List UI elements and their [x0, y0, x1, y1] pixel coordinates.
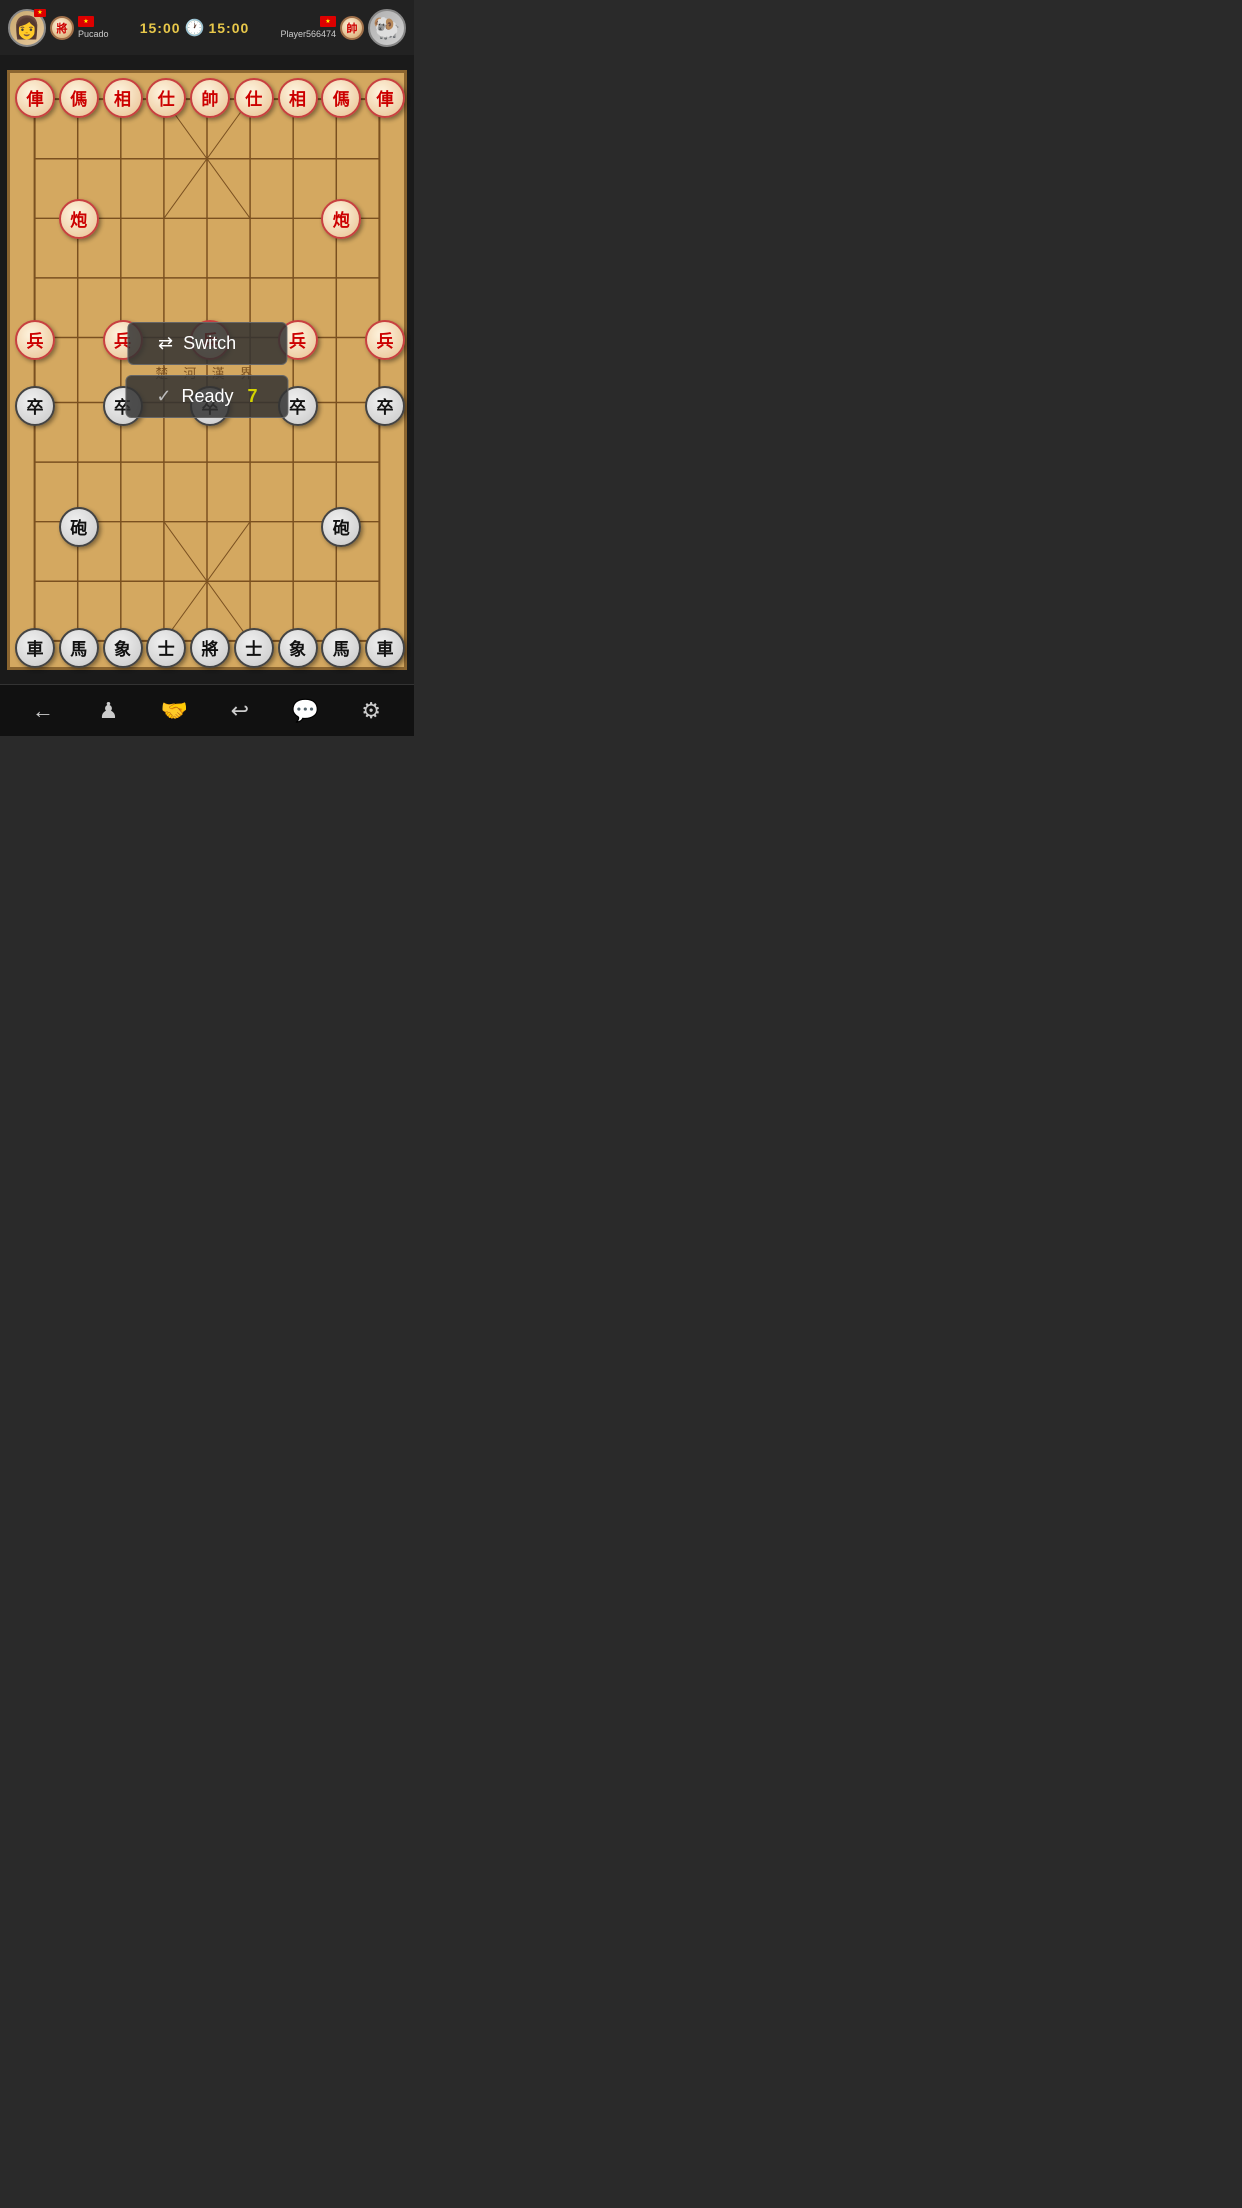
piece-black-che-1[interactable]: 車: [365, 628, 405, 668]
move-button[interactable]: ♟: [86, 691, 130, 731]
chat-icon: 💬: [292, 698, 319, 724]
piece-red-ma-0[interactable]: 傌: [59, 78, 99, 118]
flag-left: ★: [34, 9, 46, 17]
ready-label: Ready: [182, 386, 234, 407]
piece-black-pao-1[interactable]: 砲: [321, 507, 361, 547]
piece-badge-right: 帥: [340, 16, 364, 40]
piece-black-zu-4[interactable]: 卒: [365, 386, 405, 426]
piece-black-che-0[interactable]: 車: [15, 628, 55, 668]
header: 👩 ★ 將 ★ Pucado 15:00 🕐 15:00: [0, 0, 414, 55]
flag-star-left-2: ★: [83, 18, 88, 25]
piece-black-shi-0[interactable]: 士: [146, 628, 186, 668]
piece-red-che-1[interactable]: 俥: [365, 78, 405, 118]
piece-red-xiang-1[interactable]: 相: [278, 78, 318, 118]
piece-red-shi-0[interactable]: 仕: [146, 78, 186, 118]
piece-red-pao-0[interactable]: 炮: [59, 199, 99, 239]
timer-icon: 🕐: [185, 18, 205, 38]
piece-black-xiang-1[interactable]: 象: [278, 628, 318, 668]
chat-button[interactable]: 💬: [283, 691, 327, 731]
flag-star-left: ★: [37, 9, 42, 16]
piece-black-shi-1[interactable]: 士: [234, 628, 274, 668]
piece-badge-left: 將: [50, 16, 74, 40]
board-container: 楚 河 漢 界 俥 傌 相 仕 帥 仕 相 傌 俥 炮 炮 兵 兵 兵 兵 兵 …: [0, 55, 414, 684]
piece-red-xiang-0[interactable]: 相: [103, 78, 143, 118]
flag-right: ★: [320, 16, 336, 27]
piece-black-xiang-0[interactable]: 象: [103, 628, 143, 668]
switch-icon: ⇄: [158, 333, 173, 354]
timer-section: 15:00 🕐 15:00: [109, 18, 281, 38]
switch-label: Switch: [183, 333, 236, 354]
piece-red-bing-4[interactable]: 兵: [365, 320, 405, 360]
switch-button[interactable]: ⇄ Switch: [127, 322, 287, 365]
undo-icon: ↩: [231, 698, 249, 724]
timer-left: 15:00: [140, 20, 181, 36]
player-left-name: Pucado: [78, 29, 109, 39]
ready-count: 7: [248, 386, 258, 407]
flag-star-right: ★: [325, 18, 330, 25]
ready-button[interactable]: ✓ Ready 7: [125, 375, 288, 418]
undo-button[interactable]: ↩: [218, 691, 262, 731]
piece-black-zu-0[interactable]: 卒: [15, 386, 55, 426]
piece-black-jiang-0[interactable]: 將: [190, 628, 230, 668]
overlay-buttons: ⇄ Switch ✓ Ready 7: [125, 322, 288, 418]
piece-black-pao-0[interactable]: 砲: [59, 507, 99, 547]
flag-left-2: ★: [78, 16, 94, 27]
piece-black-ma-1[interactable]: 馬: [321, 628, 361, 668]
check-icon: ✓: [156, 386, 171, 407]
toolbar: ← ♟ 🤝 ↩ 💬 ⚙: [0, 684, 414, 736]
piece-red-ma-1[interactable]: 傌: [321, 78, 361, 118]
root: 👩 ★ 將 ★ Pucado 15:00 🕐 15:00: [0, 0, 414, 736]
back-icon: ←: [32, 698, 54, 724]
move-icon: ♟: [99, 698, 119, 724]
handshake-button[interactable]: 🤝: [152, 691, 196, 731]
back-button[interactable]: ←: [21, 691, 65, 731]
settings-button[interactable]: ⚙: [349, 691, 393, 731]
avatar-right: 🐏: [368, 9, 406, 47]
piece-black-ma-0[interactable]: 馬: [59, 628, 99, 668]
piece-red-che-0[interactable]: 俥: [15, 78, 55, 118]
player-right-section: ★ Player566474 帥 🐏: [280, 9, 406, 47]
timer-right: 15:00: [208, 20, 249, 36]
piece-red-shi-1[interactable]: 仕: [234, 78, 274, 118]
chess-board: 楚 河 漢 界 俥 傌 相 仕 帥 仕 相 傌 俥 炮 炮 兵 兵 兵 兵 兵 …: [7, 70, 407, 670]
piece-red-shuai-0[interactable]: 帥: [190, 78, 230, 118]
piece-red-pao-1[interactable]: 炮: [321, 199, 361, 239]
handshake-icon: 🤝: [160, 698, 187, 724]
piece-red-bing-0[interactable]: 兵: [15, 320, 55, 360]
player-left-section: 👩 ★ 將 ★ Pucado: [8, 9, 109, 47]
settings-icon: ⚙: [361, 698, 381, 724]
player-right-name: Player566474: [280, 29, 336, 39]
